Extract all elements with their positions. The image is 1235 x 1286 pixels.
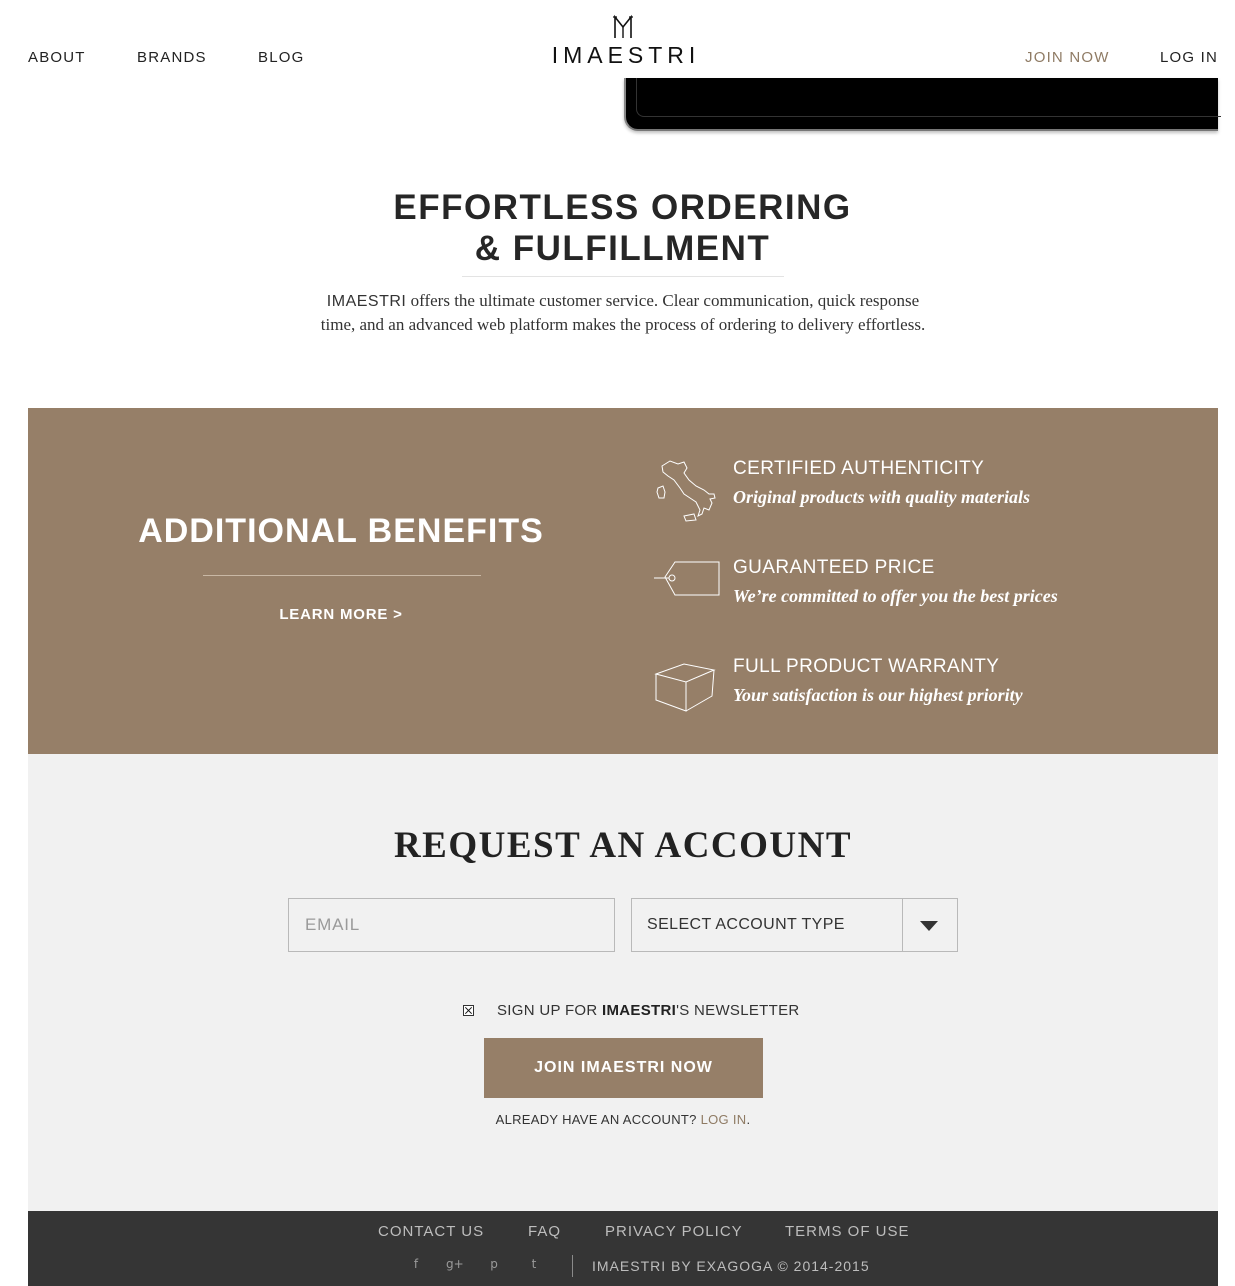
benefits-band: ADDITIONAL BENEFITS LEARN MORE > CERTIFI… [28,408,1218,754]
pinterest-icon[interactable]: p [486,1257,502,1273]
login-link[interactable]: LOG IN [1160,49,1218,66]
join-now-link[interactable]: JOIN NOW [1025,49,1110,66]
learn-more-link[interactable]: LEARN MORE > [28,606,654,623]
ordering-description: IMAESTRI offers the ultimate customer se… [318,289,928,336]
logo-monogram-icon [613,14,633,38]
email-input[interactable] [288,898,615,952]
ordering-description-brand: IMAESTRI [326,293,407,310]
price-tag-icon [654,561,720,596]
benefits-title: ADDITIONAL BENEFITS [138,512,544,550]
site-footer: CONTACT US FAQ PRIVACY POLICY TERMS OF U… [28,1211,1218,1286]
footer-contact-link[interactable]: CONTACT US [378,1223,484,1240]
newsletter-label-brand: IMAESTRI [602,1002,677,1019]
site-logo[interactable]: IMAESTRI [538,14,708,70]
logo-wordmark: IMAESTRI [551,42,701,68]
google-plus-icon[interactable]: g+ [446,1257,464,1273]
italy-map-icon [656,460,716,522]
ordering-description-text: offers the ultimate customer service. Cl… [320,291,926,334]
request-account-section: REQUEST AN ACCOUNT SELECT ACCOUNT TYPE S… [28,754,1218,1211]
benefit-heading-warranty: FULL PRODUCT WARRANTY [733,656,1000,677]
request-account-title: REQUEST AN ACCOUNT [393,825,853,866]
already-have-account: ALREADY HAVE AN ACCOUNT? LOG IN. [28,1112,1218,1127]
already-login-link[interactable]: LOG IN [701,1112,747,1127]
ordering-title-line2: & FULFILLMENT [474,229,771,268]
benefit-subtext-price: We’re committed to offer you the best pr… [733,586,1058,606]
nav-about-link[interactable]: ABOUT [28,49,86,66]
join-imaestri-button[interactable]: JOIN IMAESTRI NOW [484,1038,763,1098]
newsletter-label-suffix: 'S NEWSLETTER [676,1002,800,1019]
device-mockup-image [624,78,1221,131]
newsletter-label[interactable]: SIGN UP FOR IMAESTRI'S NEWSLETTER [497,1002,800,1019]
footer-privacy-link[interactable]: PRIVACY POLICY [605,1223,743,1240]
already-have-account-text: ALREADY HAVE AN ACCOUNT? [495,1112,701,1127]
chevron-down-icon[interactable] [920,921,938,931]
newsletter-label-prefix: SIGN UP FOR [497,1002,603,1019]
footer-faq-link[interactable]: FAQ [528,1223,561,1240]
twitter-icon[interactable]: t [526,1257,542,1273]
facebook-icon[interactable]: f [408,1257,424,1273]
benefit-item-warranty: FULL PRODUCT WARRANTY Your satisfaction … [648,656,1188,726]
ordering-title-line1: EFFORTLESS ORDERING [393,188,852,227]
benefit-item-price: GUARANTEED PRICE We’re committed to offe… [648,557,1188,627]
benefit-heading-price: GUARANTEED PRICE [733,557,935,578]
newsletter-option: SIGN UP FOR IMAESTRI'S NEWSLETTER [28,1001,1218,1021]
already-have-account-period: . [746,1112,751,1127]
footer-copyright: IMAESTRI BY EXAGOGA © 2014-2015 [592,1258,870,1274]
benefits-divider [203,575,481,576]
benefit-item-authenticity: CERTIFIED AUTHENTICITY Original products… [648,458,1188,528]
footer-separator [572,1255,573,1277]
footer-links: CONTACT US FAQ PRIVACY POLICY TERMS OF U… [28,1223,1218,1243]
benefit-subtext-authenticity: Original products with quality materials [733,487,1031,507]
benefit-heading-authenticity: CERTIFIED AUTHENTICITY [733,458,985,479]
ordering-divider [462,276,784,277]
nav-brands-link[interactable]: BRANDS [137,49,207,66]
ordering-title: EFFORTLESS ORDERING & FULFILLMENT [0,187,1235,269]
benefit-subtext-warranty: Your satisfaction is our highest priorit… [733,685,1023,705]
account-type-select[interactable]: SELECT ACCOUNT TYPE [631,898,958,952]
footer-terms-link[interactable]: TERMS OF USE [785,1223,910,1240]
newsletter-checkbox[interactable] [463,1005,474,1016]
account-type-select-label: SELECT ACCOUNT TYPE [647,916,845,933]
box-icon [654,663,716,712]
select-divider [902,899,903,951]
nav-blog-link[interactable]: BLOG [258,49,304,66]
